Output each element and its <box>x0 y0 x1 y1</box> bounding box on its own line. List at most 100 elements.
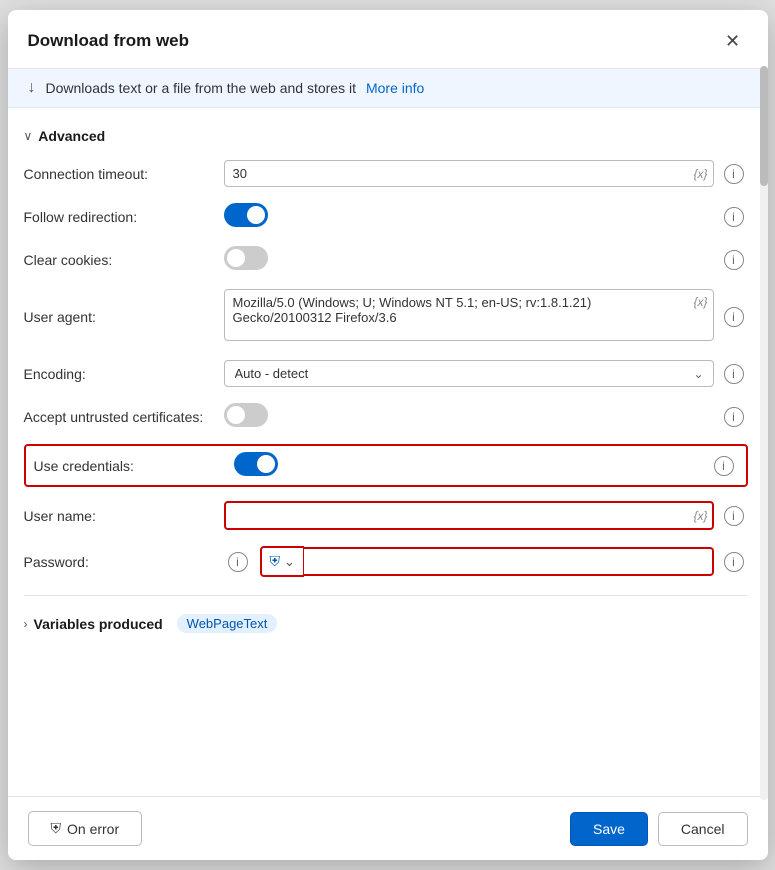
cancel-label: Cancel <box>681 821 725 837</box>
on-error-label: On error <box>67 821 119 837</box>
password-control: ⛨ ⌄ <box>260 546 714 577</box>
user-agent-wrapper: Mozilla/5.0 (Windows; U; Windows NT 5.1;… <box>224 289 714 344</box>
advanced-section-title: Advanced <box>38 128 105 144</box>
clear-cookies-label: Clear cookies: <box>24 252 224 268</box>
connection-timeout-info: i <box>720 164 748 184</box>
info-i9: i <box>236 555 239 569</box>
use-credentials-info-icon[interactable]: i <box>714 456 734 476</box>
accept-untrusted-certs-slider <box>224 403 268 427</box>
dialog-header: Download from web ✕ <box>8 10 768 69</box>
password-row: Password: i ⛨ ⌄ i <box>24 538 748 585</box>
user-name-row: User name: {x} i <box>24 493 748 538</box>
user-name-input-wrapper: {x} <box>224 501 714 530</box>
dialog-body: ∨ Advanced Connection timeout: {x} i Fol… <box>8 108 768 796</box>
accept-untrusted-certs-control <box>224 403 714 430</box>
on-error-button[interactable]: ⛨ On error <box>28 811 143 846</box>
info-i: i <box>732 167 735 181</box>
encoding-info: i <box>720 364 748 384</box>
password-label: Password: <box>24 554 224 570</box>
user-agent-info: i <box>720 307 748 327</box>
password-shield-icon: ⛨ <box>270 553 281 570</box>
variables-produced-section: › Variables produced WebPageText <box>24 595 748 641</box>
variables-produced-chevron-icon: › <box>24 617 28 631</box>
follow-redirection-label: Follow redirection: <box>24 209 224 225</box>
banner-text: Downloads text or a file from the web an… <box>46 80 356 96</box>
password-chevron-down-icon: ⌄ <box>284 554 295 570</box>
user-name-control: {x} <box>224 501 714 530</box>
download-icon: ↓ <box>28 79 36 97</box>
use-credentials-toggle[interactable] <box>234 452 278 476</box>
user-agent-row: User agent: Mozilla/5.0 (Windows; U; Win… <box>24 281 748 352</box>
encoding-select[interactable]: Auto - detect UTF-8 UTF-16 ASCII ISO-885… <box>224 360 714 387</box>
use-credentials-info: i <box>710 456 738 476</box>
clear-cookies-row: Clear cookies: i <box>24 238 748 281</box>
user-name-input[interactable] <box>224 501 714 530</box>
close-icon: ✕ <box>725 31 740 52</box>
info-i3: i <box>732 253 735 267</box>
connection-timeout-input[interactable] <box>224 160 714 187</box>
password-info-icon[interactable]: i <box>724 552 744 572</box>
info-i2: i <box>732 210 735 224</box>
close-button[interactable]: ✕ <box>718 26 748 56</box>
follow-redirection-row: Follow redirection: i <box>24 195 748 238</box>
info-i4: i <box>732 310 735 324</box>
password-info: i <box>720 552 748 572</box>
user-name-var-badge: {x} <box>693 509 707 523</box>
user-agent-var-badge: {x} <box>693 295 707 309</box>
follow-redirection-slider <box>224 203 268 227</box>
advanced-section-header[interactable]: ∨ Advanced <box>24 118 748 152</box>
use-credentials-row: Use credentials: i <box>24 444 748 487</box>
password-type-button[interactable]: ⛨ ⌄ <box>260 546 304 577</box>
accept-untrusted-certs-toggle[interactable] <box>224 403 268 427</box>
user-name-info: i <box>720 506 748 526</box>
follow-redirection-toggle[interactable] <box>224 203 268 227</box>
connection-timeout-control: {x} <box>224 160 714 187</box>
info-i8: i <box>732 509 735 523</box>
password-input[interactable] <box>304 547 714 576</box>
more-info-link[interactable]: More info <box>366 80 424 96</box>
password-input-group: ⛨ ⌄ <box>260 546 714 577</box>
clear-cookies-info: i <box>720 250 748 270</box>
use-credentials-label: Use credentials: <box>34 458 234 474</box>
clear-cookies-toggle[interactable] <box>224 246 268 270</box>
encoding-row: Encoding: Auto - detect UTF-8 UTF-16 ASC… <box>24 352 748 395</box>
info-banner: ↓ Downloads text or a file from the web … <box>8 69 768 108</box>
user-agent-input[interactable]: Mozilla/5.0 (Windows; U; Windows NT 5.1;… <box>224 289 714 341</box>
accept-untrusted-certs-info: i <box>720 407 748 427</box>
use-credentials-control <box>234 452 704 479</box>
cancel-button[interactable]: Cancel <box>658 812 748 846</box>
connection-timeout-label: Connection timeout: <box>24 166 224 182</box>
variables-produced-header[interactable]: › Variables produced WebPageText <box>24 604 748 641</box>
save-label: Save <box>593 821 625 837</box>
encoding-info-icon[interactable]: i <box>724 364 744 384</box>
connection-timeout-row: Connection timeout: {x} i <box>24 152 748 195</box>
user-agent-info-icon[interactable]: i <box>724 307 744 327</box>
accept-untrusted-certs-info-icon[interactable]: i <box>724 407 744 427</box>
password-left-info: i <box>224 552 252 572</box>
dialog-footer: ⛨ On error Save Cancel <box>8 796 768 860</box>
user-agent-label: User agent: <box>24 309 224 325</box>
clear-cookies-control <box>224 246 714 273</box>
info-i10: i <box>732 555 735 569</box>
password-left-info-icon[interactable]: i <box>228 552 248 572</box>
dialog-title: Download from web <box>28 31 190 51</box>
advanced-chevron-icon: ∨ <box>24 129 33 143</box>
save-button[interactable]: Save <box>570 812 648 846</box>
follow-redirection-info: i <box>720 207 748 227</box>
info-i6: i <box>732 410 735 424</box>
encoding-label: Encoding: <box>24 366 224 382</box>
download-from-web-dialog: Download from web ✕ ↓ Downloads text or … <box>8 10 768 860</box>
scrollbar-track <box>760 66 768 800</box>
on-error-shield-icon: ⛨ <box>51 820 62 837</box>
user-name-info-icon[interactable]: i <box>724 506 744 526</box>
connection-timeout-info-icon[interactable]: i <box>724 164 744 184</box>
footer-right: Save Cancel <box>570 812 748 846</box>
user-agent-control: Mozilla/5.0 (Windows; U; Windows NT 5.1;… <box>224 289 714 344</box>
encoding-control: Auto - detect UTF-8 UTF-16 ASCII ISO-885… <box>224 360 714 387</box>
info-i7: i <box>722 459 725 473</box>
follow-redirection-info-icon[interactable]: i <box>724 207 744 227</box>
scrollbar-thumb[interactable] <box>760 66 768 186</box>
variables-produced-title: Variables produced <box>34 616 163 632</box>
accept-untrusted-certs-label: Accept untrusted certificates: <box>24 409 224 425</box>
clear-cookies-info-icon[interactable]: i <box>724 250 744 270</box>
